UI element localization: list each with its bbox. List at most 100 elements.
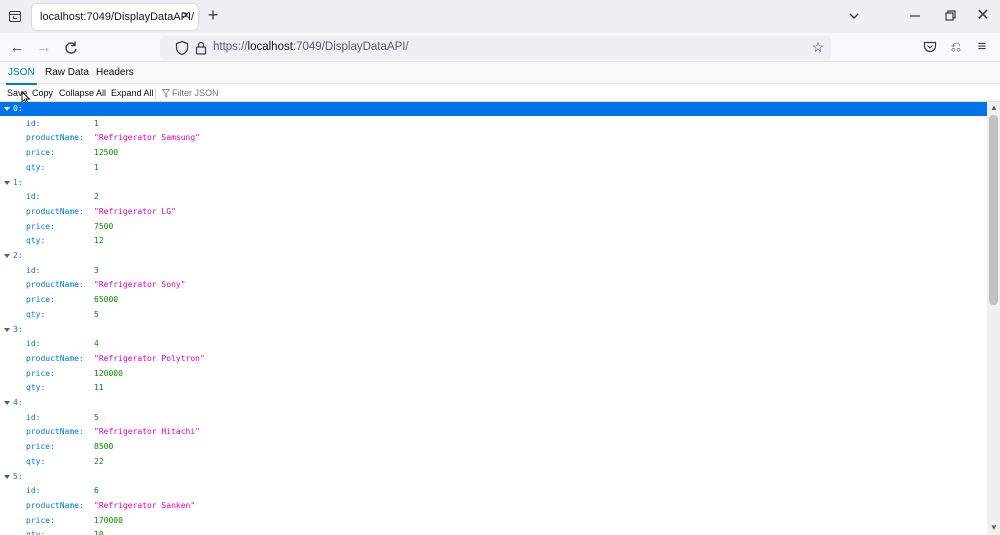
reload-icon[interactable]	[62, 39, 80, 57]
json-property-value: 22	[94, 456, 104, 466]
json-property-row[interactable]: productName: "Refrigerator Sony"	[0, 278, 987, 292]
json-object-row[interactable]: 4:	[0, 396, 987, 410]
close-icon[interactable]: ×	[178, 8, 194, 24]
json-property-row[interactable]: id: 3	[0, 264, 987, 278]
expand-toggle-icon[interactable]	[4, 474, 10, 479]
json-property-value: "Refrigerator Sanken"	[94, 500, 196, 510]
json-property-row[interactable]: price: 7500	[0, 220, 987, 234]
json-property-value: "Refrigerator Polytron"	[94, 353, 205, 363]
json-property-row[interactable]: productName: "Refrigerator Polytron"	[0, 352, 987, 366]
back-arrow-icon[interactable]: ←	[8, 39, 26, 57]
json-property-value: 1	[94, 118, 99, 128]
vertical-scrollbar[interactable]: ▲ ▼	[987, 102, 1000, 535]
json-property-row[interactable]: productName: "Refrigerator LG"	[0, 205, 987, 219]
json-property-key: price:	[26, 148, 55, 158]
expand-toggle-icon[interactable]	[4, 107, 10, 111]
expand-toggle-icon[interactable]	[4, 327, 10, 332]
json-property-value: 7500	[94, 221, 114, 231]
json-property-value: 1	[94, 162, 99, 172]
json-property-row[interactable]: qty: 11	[0, 381, 987, 395]
json-property-row[interactable]: productName: "Refrigerator Samsung"	[0, 131, 987, 145]
json-property-key: productName:	[26, 280, 84, 290]
json-property-key: price:	[26, 442, 55, 452]
json-property-row[interactable]: id: 5	[0, 411, 987, 425]
json-property-row[interactable]: price: 65000	[0, 293, 987, 307]
json-object-row[interactable]: 5:	[0, 470, 987, 484]
json-object-row[interactable]: 2:	[0, 249, 987, 263]
tab-raw-data[interactable]: Raw Data	[45, 63, 89, 84]
json-property-row[interactable]: qty: 1	[0, 161, 987, 175]
pocket-icon[interactable]	[922, 39, 938, 55]
expand-toggle-icon[interactable]	[4, 254, 10, 258]
expand-toggle-icon[interactable]	[4, 401, 10, 405]
json-index-key: 2:	[13, 251, 23, 260]
tab-headers[interactable]: Headers	[96, 63, 134, 84]
json-property-value: 12	[94, 236, 104, 246]
json-property-row[interactable]: id: 4	[0, 337, 987, 351]
url-prefix: https://	[213, 41, 248, 53]
json-property-value: 65000	[94, 295, 119, 305]
json-property-row[interactable]: price: 170000	[0, 514, 987, 528]
json-property-value: 5	[94, 309, 99, 319]
minimize-icon[interactable]	[906, 8, 924, 24]
json-property-value: 10	[94, 530, 104, 535]
json-property-key: price:	[26, 221, 55, 231]
json-property-row[interactable]: qty: 12	[0, 234, 987, 248]
shield-icon[interactable]	[174, 40, 190, 56]
window-close-icon[interactable]: ✕	[974, 8, 992, 24]
json-property-row[interactable]: price: 120000	[0, 367, 987, 381]
hamburger-menu-icon[interactable]: ≡	[974, 39, 990, 55]
json-property-value: "Refrigerator Hitachi"	[94, 427, 200, 437]
restore-icon[interactable]	[941, 8, 959, 24]
tab-strip: localhost:7049/DisplayDataAPI/ × + ✕	[0, 0, 1000, 33]
json-property-row[interactable]: qty: 5	[0, 308, 987, 322]
json-property-row[interactable]: id: 6	[0, 484, 987, 498]
chevron-down-icon[interactable]	[845, 8, 863, 24]
json-property-value: "Refrigerator LG"	[94, 206, 176, 216]
json-property-row[interactable]: qty: 22	[0, 455, 987, 469]
browser-tab[interactable]: localhost:7049/DisplayDataAPI/ ×	[32, 4, 198, 30]
scroll-down-icon[interactable]: ▼	[990, 524, 998, 532]
scroll-up-icon[interactable]: ▲	[990, 104, 998, 112]
json-property-row[interactable]: productName: "Refrigerator Sanken"	[0, 499, 987, 513]
collapse-all-button[interactable]: Collapse All	[59, 87, 106, 100]
json-property-key: qty:	[26, 309, 46, 319]
tab-json[interactable]: JSON	[6, 63, 37, 85]
scrollbar-thumb[interactable]	[989, 115, 998, 305]
json-property-value: 120000	[94, 368, 123, 378]
json-index-key: 5:	[13, 471, 23, 481]
extensions-icon[interactable]: ⎌	[948, 39, 964, 55]
expand-toggle-icon[interactable]	[4, 180, 10, 185]
json-viewer-tabs: JSON Raw Data Headers	[0, 63, 1000, 85]
json-object-row[interactable]: 1:	[0, 176, 987, 190]
url-bar[interactable]: https://localhost:7049/DisplayDataAPI/ ☆	[160, 36, 831, 60]
json-property-row[interactable]: price: 12500	[0, 146, 987, 160]
expand-all-button[interactable]: Expand All	[111, 87, 154, 100]
json-property-row[interactable]: id: 2	[0, 190, 987, 204]
new-tab-button[interactable]: +	[204, 6, 222, 24]
forward-arrow-icon[interactable]: →	[35, 39, 53, 57]
json-property-key: qty:	[26, 530, 46, 535]
json-property-row[interactable]: productName: "Refrigerator Hitachi"	[0, 425, 987, 439]
lock-icon[interactable]	[194, 40, 208, 56]
filter-json-input[interactable]	[172, 87, 292, 100]
json-property-row[interactable]: qty: 10	[0, 528, 987, 535]
json-index-key: 3:	[13, 324, 23, 334]
url-host: localhost	[247, 41, 293, 53]
json-property-row[interactable]: price: 8500	[0, 440, 987, 454]
json-property-key: productName:	[26, 206, 84, 216]
json-property-key: id:	[26, 339, 41, 349]
copy-button[interactable]: Copy	[32, 87, 53, 100]
json-object-row[interactable]: 0:	[0, 102, 987, 116]
json-index-key: 0:	[13, 104, 23, 113]
json-property-value: 3	[94, 265, 99, 275]
firefox-view-icon[interactable]	[6, 8, 24, 25]
json-property-row[interactable]: id: 1	[0, 117, 987, 131]
url-text[interactable]: https://localhost:7049/DisplayDataAPI/	[213, 41, 409, 53]
navigation-bar: ← → https://localhost:7049/DisplayDataAP…	[0, 33, 1000, 62]
json-property-value: 2	[94, 192, 99, 202]
bookmark-star-icon[interactable]: ☆	[810, 39, 826, 55]
json-property-key: productName:	[26, 353, 84, 363]
filter-icon	[162, 89, 170, 98]
json-object-row[interactable]: 3:	[0, 323, 987, 337]
